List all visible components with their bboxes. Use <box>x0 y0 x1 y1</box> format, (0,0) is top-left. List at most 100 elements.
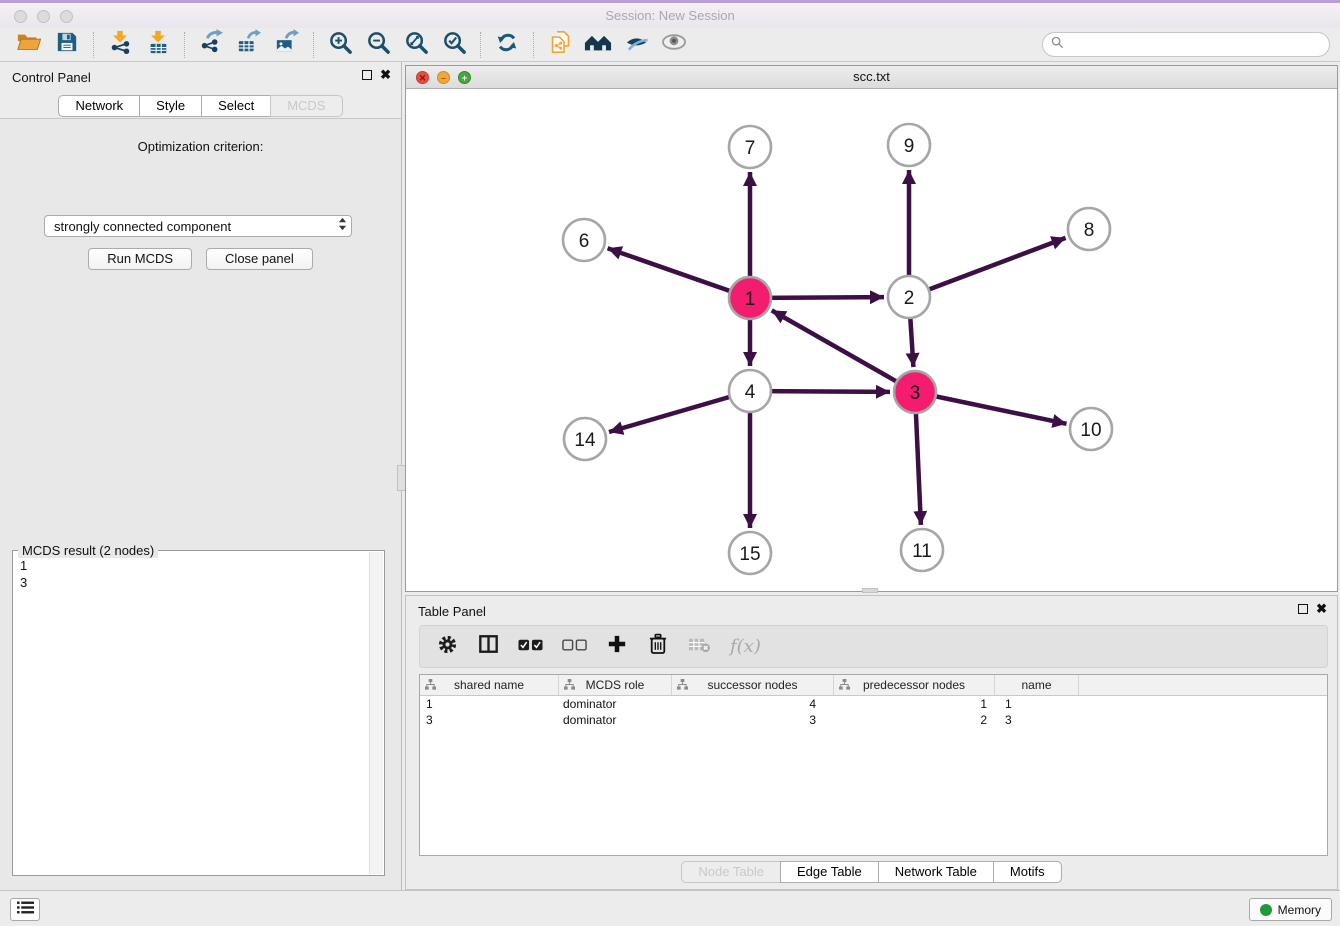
network-minimize-button[interactable]: – <box>437 71 450 84</box>
cell-successor-nodes[interactable]: 3 <box>672 712 834 728</box>
memory-button[interactable]: Memory <box>1249 898 1332 921</box>
dropdown-stepper-icon <box>338 216 347 237</box>
zoom-in-button[interactable] <box>321 30 359 60</box>
search-input[interactable] <box>1069 38 1321 52</box>
cell-mcds-role[interactable]: dominator <box>559 696 672 712</box>
toolbar-separator <box>93 32 94 58</box>
graph-edge-2-8[interactable] <box>909 238 1066 297</box>
tab-network[interactable]: Network <box>58 95 140 117</box>
float-panel-icon[interactable] <box>362 70 372 80</box>
network-maximize-button[interactable]: + <box>458 71 471 84</box>
column-header-shared-name[interactable]: shared name <box>420 675 559 695</box>
checked-checkboxes-icon <box>518 638 543 656</box>
zoom-selected-button[interactable] <box>435 30 473 60</box>
tab-edge-table[interactable]: Edge Table <box>780 861 879 883</box>
column-label: shared name <box>454 678 524 692</box>
graph-node-label-4: 4 <box>745 382 756 403</box>
import-table-button[interactable] <box>139 30 177 60</box>
home-views-button[interactable] <box>579 30 617 60</box>
result-scrollbar[interactable] <box>369 552 383 874</box>
show-column-panel-button[interactable] <box>477 632 499 662</box>
column-label: successor nodes <box>707 678 797 692</box>
apply-layout-button[interactable] <box>488 30 526 60</box>
graph-node-label-7: 7 <box>745 138 756 159</box>
table-toolbar: f(x) <box>419 625 1328 668</box>
cell-shared-name[interactable]: 1 <box>420 696 559 712</box>
run-mcds-button[interactable]: Run MCDS <box>88 248 192 270</box>
window-title: Session: New Session <box>0 3 1340 28</box>
import-table-icon <box>146 29 170 60</box>
show-eye-button[interactable] <box>655 30 693 60</box>
cell-name[interactable]: 3 <box>995 712 1079 728</box>
tab-mcds[interactable]: MCDS <box>270 95 342 117</box>
table-tabs: Node TableEdge TableNetwork TableMotifs <box>406 861 1337 883</box>
cell-predecessor-nodes[interactable]: 2 <box>834 712 995 728</box>
window-close-button[interactable] <box>14 10 27 23</box>
criterion-dropdown[interactable]: strongly connected component <box>44 215 352 237</box>
tab-network-table[interactable]: Network Table <box>878 861 994 883</box>
graph-node-label-6: 6 <box>579 231 590 252</box>
mcds-result-text[interactable]: 1 3 <box>20 557 366 871</box>
task-history-button[interactable] <box>10 898 40 921</box>
open-session-button[interactable] <box>10 30 48 60</box>
tab-motifs[interactable]: Motifs <box>993 861 1062 883</box>
float-table-panel-icon[interactable] <box>1298 604 1308 614</box>
gear-icon <box>437 634 458 660</box>
graph-edge-3-10[interactable] <box>915 392 1067 424</box>
cell-predecessor-nodes[interactable]: 1 <box>834 696 995 712</box>
column-header-predecessor-nodes[interactable]: predecessor nodes <box>834 675 995 695</box>
export-table-button[interactable] <box>230 30 268 60</box>
create-column-button[interactable] <box>606 632 628 662</box>
table-row[interactable]: 1dominator411 <box>420 696 1327 712</box>
function-builder-button[interactable]: f(x) <box>730 632 761 662</box>
cell-name[interactable]: 1 <box>995 696 1079 712</box>
search-box <box>1042 32 1330 57</box>
select-all-columns-button[interactable] <box>518 632 543 662</box>
network-close-button[interactable]: ✕ <box>416 71 429 84</box>
cell-shared-name[interactable]: 3 <box>420 712 559 728</box>
graph-edge-1-6[interactable] <box>608 248 750 298</box>
delete-table-button[interactable] <box>688 632 711 662</box>
column-label: name <box>1021 678 1051 692</box>
window-zoom-button[interactable] <box>60 10 73 23</box>
zoom-out-button[interactable] <box>359 30 397 60</box>
window-minimize-button[interactable] <box>37 10 50 23</box>
cell-successor-nodes[interactable]: 4 <box>672 696 834 712</box>
delete-column-button[interactable] <box>647 632 669 662</box>
deselect-all-columns-button[interactable] <box>562 632 587 662</box>
tab-style[interactable]: Style <box>139 95 202 117</box>
trash-icon <box>649 633 667 660</box>
status-bar: Memory <box>0 890 1340 926</box>
table-panel-title: Table Panel <box>418 604 486 619</box>
hide-eye-button[interactable] <box>617 30 655 60</box>
table-settings-button[interactable] <box>436 632 458 662</box>
main-toolbar <box>0 28 1340 62</box>
tab-node-table[interactable]: Node Table <box>681 861 781 883</box>
graph-edge-3-1[interactable] <box>772 310 915 392</box>
window-controls <box>14 10 73 23</box>
table-row[interactable]: 3dominator323 <box>420 712 1327 728</box>
close-table-panel-icon[interactable]: ✖ <box>1316 603 1327 615</box>
graph-node-label-1: 1 <box>745 289 756 310</box>
tab-select[interactable]: Select <box>201 95 271 117</box>
column-header-name[interactable]: name <box>995 675 1079 695</box>
zoom-fit-button[interactable] <box>397 30 435 60</box>
table-header-row: shared name MCDS role successor nodes prede… <box>420 675 1327 696</box>
network-canvas[interactable]: 7968124314101511 <box>406 90 1337 591</box>
column-header-mcds-role[interactable]: MCDS role <box>559 675 672 695</box>
search-icon <box>1051 36 1064 54</box>
horizontal-splitter-handle[interactable] <box>862 588 878 593</box>
column-header-successor-nodes[interactable]: successor nodes <box>672 675 834 695</box>
mcds-result-title: MCDS result (2 nodes) <box>18 543 158 558</box>
cell-mcds-role[interactable]: dominator <box>559 712 672 728</box>
export-image-button[interactable] <box>268 30 306 60</box>
graph-node-label-11: 11 <box>912 541 932 562</box>
copy-document-button[interactable] <box>541 30 579 60</box>
export-network-button[interactable] <box>192 30 230 60</box>
save-session-button[interactable] <box>48 30 86 60</box>
control-panel: Control Panel ✖ NetworkStyleSelectMCDS O… <box>0 62 402 890</box>
control-panel-header: Control Panel ✖ <box>0 62 401 92</box>
close-panel-icon[interactable]: ✖ <box>380 69 391 81</box>
import-network-button[interactable] <box>101 30 139 60</box>
close-panel-button[interactable]: Close panel <box>206 248 313 270</box>
